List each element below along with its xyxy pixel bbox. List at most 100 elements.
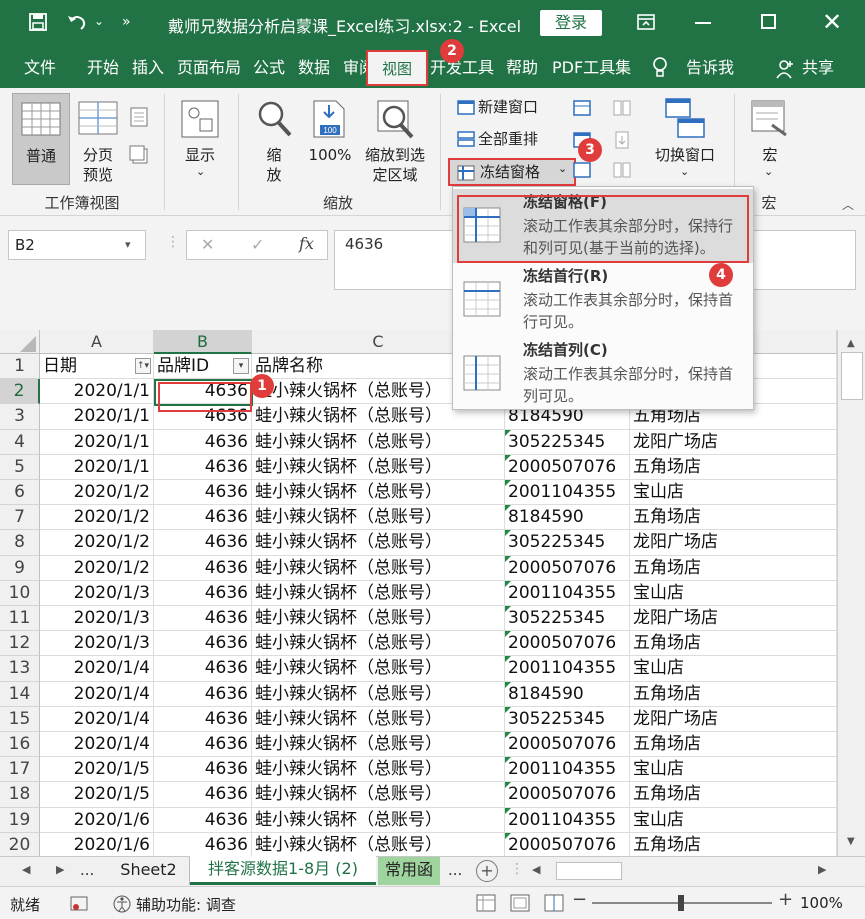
table-cell[interactable]: 2020/1/4	[40, 706, 154, 732]
table-cell[interactable]: 蛙小辣火锅杯（总账号）	[252, 580, 505, 606]
row-header[interactable]: 1	[0, 354, 40, 380]
switch-window-button[interactable]: 切换窗口 ⌄	[648, 93, 722, 185]
table-cell[interactable]: 2020/1/2	[40, 505, 154, 531]
table-cell[interactable]: 五角场店	[630, 454, 837, 480]
row-header[interactable]: 13	[0, 656, 40, 682]
login-button[interactable]: 登录	[540, 10, 602, 36]
zoom-in-icon[interactable]: +	[778, 889, 793, 910]
table-cell[interactable]: 4636	[154, 505, 252, 531]
page-layout-view-icon[interactable]	[128, 106, 150, 128]
sheet-scroll-right-icon[interactable]: ▶	[56, 863, 64, 876]
table-cell[interactable]: 蛙小辣火锅杯（总账号）	[252, 807, 505, 833]
row-header[interactable]: 18	[0, 782, 40, 808]
table-cell[interactable]: 2020/1/2	[40, 530, 154, 556]
share-button[interactable]: 共享	[802, 57, 834, 79]
table-cell[interactable]: 2020/1/3	[40, 631, 154, 657]
row-header[interactable]: 20	[0, 832, 40, 856]
table-cell[interactable]: 2000507076	[505, 732, 630, 758]
table-cell[interactable]: 2020/1/5	[40, 782, 154, 808]
table-cell[interactable]: 五角场店	[630, 832, 837, 856]
row-header[interactable]: 15	[0, 706, 40, 732]
tab-insert[interactable]: 插入	[132, 57, 164, 79]
table-cell[interactable]: 4636	[154, 631, 252, 657]
normal-view-status-icon[interactable]	[476, 894, 496, 912]
table-cell[interactable]: 2020/1/4	[40, 681, 154, 707]
table-cell[interactable]: 2020/1/6	[40, 807, 154, 833]
horizontal-scroll-thumb[interactable]	[556, 862, 622, 880]
reset-position-icon[interactable]	[612, 160, 632, 180]
table-cell[interactable]: 五角场店	[630, 681, 837, 707]
row-header[interactable]: 4	[0, 429, 40, 455]
minimize-icon[interactable]	[695, 22, 711, 24]
table-cell[interactable]: 4636	[154, 429, 252, 455]
macros-button[interactable]: 宏 ⌄	[744, 93, 796, 185]
table-cell[interactable]: 2001104355	[505, 580, 630, 606]
table-cell[interactable]: 五角场店	[630, 555, 837, 581]
row-header[interactable]: 7	[0, 505, 40, 531]
table-cell[interactable]: 蛙小辣火锅杯（总账号）	[252, 505, 505, 531]
table-cell[interactable]: 4636	[154, 454, 252, 480]
tab-developer[interactable]: 开发工具	[430, 57, 494, 79]
table-cell[interactable]: 龙阳广场店	[630, 706, 837, 732]
h-scroll-right-icon[interactable]: ▶	[818, 863, 826, 876]
table-cell[interactable]: 2000507076	[505, 631, 630, 657]
table-cell[interactable]: 4636	[154, 706, 252, 732]
table-cell[interactable]: 2001104355	[505, 480, 630, 506]
custom-views-icon[interactable]	[128, 144, 150, 166]
table-cell[interactable]: 2020/1/2	[40, 480, 154, 506]
name-box-dropdown-icon[interactable]: ▾	[125, 231, 131, 259]
maximize-icon[interactable]	[761, 14, 776, 29]
scroll-down-icon[interactable]: ▼	[847, 836, 855, 847]
tab-splitter-grip[interactable]: ⋮	[510, 861, 524, 877]
zoom-level[interactable]: 100%	[800, 894, 843, 912]
page-layout-status-icon[interactable]	[510, 894, 530, 912]
table-cell[interactable]: 蛙小辣火锅杯（总账号）	[252, 706, 505, 732]
h-scroll-left-icon[interactable]: ◀	[532, 863, 540, 876]
row-header[interactable]: 17	[0, 757, 40, 783]
table-cell[interactable]: 蛙小辣火锅杯（总账号）	[252, 555, 505, 581]
accessibility-status[interactable]: 辅助功能: 调查	[136, 894, 236, 915]
arrange-all-button[interactable]: 全部重排	[452, 126, 562, 152]
quick-access-more-icon[interactable]: »	[122, 14, 131, 30]
sheet-tab-active[interactable]: 拌客源数据1-8月 (2)	[190, 856, 376, 885]
table-cell[interactable]: 4636	[154, 656, 252, 682]
share-person-icon[interactable]	[776, 59, 794, 79]
header-cell[interactable]: 品牌ID ▾	[154, 354, 252, 380]
row-header[interactable]: 2	[0, 379, 40, 405]
table-cell[interactable]: 2001104355	[505, 807, 630, 833]
table-cell[interactable]: 2020/1/1	[40, 454, 154, 480]
table-cell[interactable]: 宝山店	[630, 807, 837, 833]
tab-home[interactable]: 开始	[87, 57, 119, 79]
row-header[interactable]: 16	[0, 732, 40, 758]
table-cell[interactable]: 4636	[154, 555, 252, 581]
collapse-ribbon-icon[interactable]: ︿	[842, 196, 854, 213]
table-cell[interactable]: 蛙小辣火锅杯（总账号）	[252, 480, 505, 506]
sheet-tab-common-functions[interactable]: 常用函	[378, 857, 440, 885]
table-cell[interactable]: 2000507076	[505, 555, 630, 581]
row-header[interactable]: 12	[0, 631, 40, 657]
undo-icon[interactable]	[66, 12, 88, 32]
table-cell[interactable]: 4636	[154, 732, 252, 758]
menu-item-freeze-top-row[interactable]: 冻结首行(R) 滚动工作表其余部分时，保持首行可见。	[453, 263, 753, 337]
scroll-up-icon[interactable]: ▲	[847, 338, 855, 349]
tab-formulas[interactable]: 公式	[253, 57, 285, 79]
table-cell[interactable]: 蛙小辣火锅杯（总账号）	[252, 681, 505, 707]
split-icon[interactable]	[572, 98, 592, 118]
tab-view[interactable]: 视图	[366, 50, 428, 86]
table-cell[interactable]: 五角场店	[630, 732, 837, 758]
table-cell[interactable]: 2000507076	[505, 782, 630, 808]
table-cell[interactable]: 2000507076	[505, 454, 630, 480]
table-cell[interactable]: 2020/1/1	[40, 429, 154, 455]
insert-function-icon[interactable]: fx	[299, 234, 314, 253]
save-icon[interactable]	[28, 12, 48, 32]
table-cell[interactable]: 8184590	[505, 681, 630, 707]
row-header[interactable]: 8	[0, 530, 40, 556]
table-cell[interactable]: 305225345	[505, 530, 630, 556]
zoom-100-button[interactable]: 100 100%	[304, 93, 356, 185]
row-header[interactable]: 9	[0, 555, 40, 581]
table-cell[interactable]: 2001104355	[505, 656, 630, 682]
table-cell[interactable]: 蛙小辣火锅杯（总账号）	[252, 732, 505, 758]
table-cell[interactable]: 2000507076	[505, 832, 630, 856]
page-break-status-icon[interactable]	[544, 894, 564, 912]
new-window-button[interactable]: 新建窗口	[452, 94, 562, 120]
